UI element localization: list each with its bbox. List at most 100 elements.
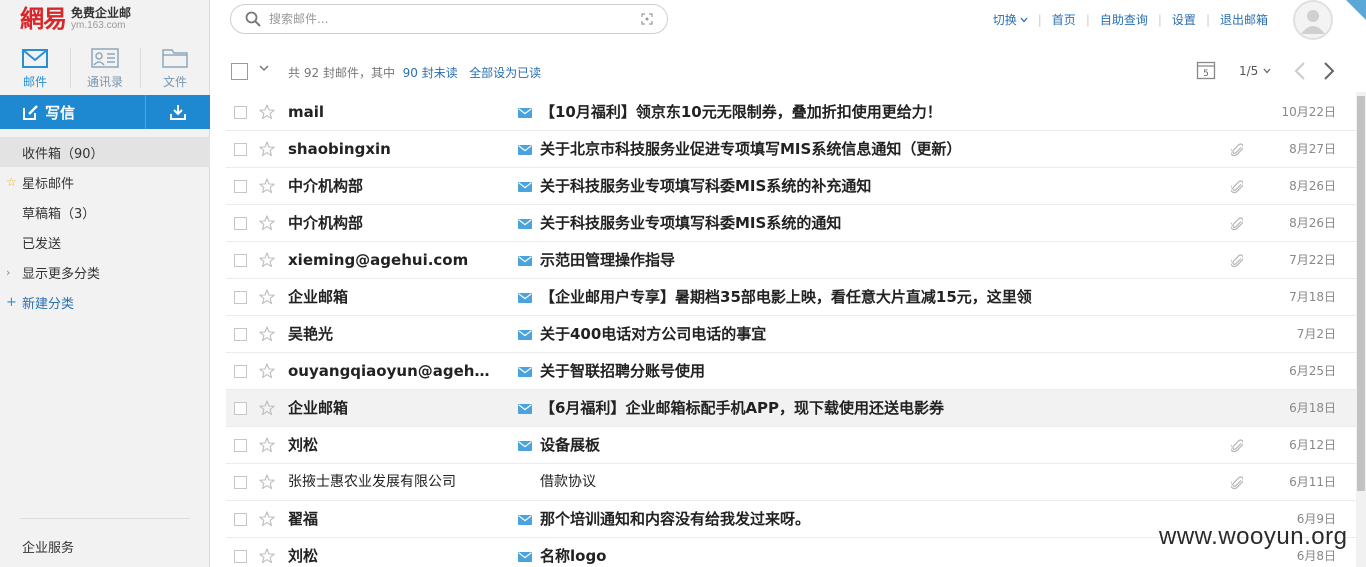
email-sender: xieming@agehui.com xyxy=(288,251,469,269)
list-toolbar: 共 92 封邮件，其中 90 封未读 全部设为已读 5 1/5 xyxy=(210,52,1356,92)
email-row[interactable]: 中介机构部 关于科技服务业专项填写科委MIS系统的通知 8月26日 xyxy=(226,205,1356,242)
star-icon[interactable] xyxy=(259,104,275,120)
email-row[interactable]: 中介机构部 关于科技服务业专项填写科委MIS系统的补充通知 8月26日 xyxy=(226,168,1356,205)
star-icon[interactable] xyxy=(259,437,275,453)
compose-label: 写信 xyxy=(45,103,76,122)
compose-button[interactable]: 写信 xyxy=(0,95,145,129)
email-row[interactable]: shaobingxin 关于北京市科技服务业促进专项填写MIS系统信息通知（更新）… xyxy=(226,131,1356,168)
email-row[interactable]: ouyangqiaoyun@agehui.com 关于智联招聘分账号使用 6月25日 xyxy=(226,353,1356,390)
row-checkbox[interactable] xyxy=(234,180,247,193)
settings-link[interactable]: 设置 xyxy=(1172,11,1196,28)
star-icon[interactable] xyxy=(259,474,275,490)
row-checkbox[interactable] xyxy=(234,402,247,415)
row-checkbox[interactable] xyxy=(234,328,247,341)
plus-icon: + xyxy=(6,294,17,310)
self-service-link[interactable]: 自助查询 xyxy=(1100,11,1148,28)
switch-link[interactable]: 切换 xyxy=(993,11,1028,28)
row-checkbox[interactable] xyxy=(234,550,247,563)
email-date: 8月26日 xyxy=(1289,216,1336,230)
logo-title: 免费企业邮 xyxy=(71,5,132,20)
unread-filter-link[interactable]: 90 封未读 xyxy=(403,66,458,80)
folder-sent[interactable]: 已发送 xyxy=(0,227,210,257)
email-date: 6月12日 xyxy=(1289,438,1336,452)
logo[interactable]: 網易 免费企业邮 ym.163.com xyxy=(20,3,131,35)
email-subject: 示范田管理操作指导 xyxy=(540,251,676,269)
star-icon[interactable] xyxy=(259,141,275,157)
row-checkbox[interactable] xyxy=(234,291,247,304)
email-row[interactable]: 刘松 设备展板 6月12日 xyxy=(226,427,1356,464)
star-icon[interactable] xyxy=(259,289,275,305)
chevron-right-icon: › xyxy=(6,265,11,279)
tab-mail[interactable]: 邮件 xyxy=(0,42,70,94)
email-sender: 中介机构部 xyxy=(288,214,364,232)
folder-new-category-label: 新建分类 xyxy=(22,296,75,312)
row-checkbox[interactable] xyxy=(234,254,247,267)
search-input[interactable] xyxy=(269,12,641,26)
svg-text:5: 5 xyxy=(1203,69,1209,79)
logout-link[interactable]: 退出邮箱 xyxy=(1220,11,1268,28)
page-selector[interactable]: 1/5 xyxy=(1239,64,1271,78)
star-icon[interactable] xyxy=(259,178,275,194)
folder-inbox[interactable]: 收件箱（90） xyxy=(0,137,210,167)
home-link[interactable]: 首页 xyxy=(1052,11,1076,28)
select-dropdown-icon[interactable] xyxy=(259,65,269,72)
row-checkbox[interactable] xyxy=(234,365,247,378)
email-subject: 关于400电话对方公司电话的事宜 xyxy=(540,325,767,343)
row-checkbox[interactable] xyxy=(234,513,247,526)
email-row[interactable]: 企业邮箱 【6月福利】企业邮箱标配手机APP，现下载使用还送电影券 6月18日 xyxy=(226,390,1356,427)
tab-files-label: 文件 xyxy=(162,75,187,89)
email-sender: 中介机构部 xyxy=(288,177,364,195)
next-page-icon[interactable] xyxy=(1322,61,1336,81)
star-icon[interactable] xyxy=(259,215,275,231)
email-sender: ouyangqiaoyun@agehui.com xyxy=(288,362,493,380)
calendar-icon[interactable]: 5 xyxy=(1196,60,1216,80)
email-subject: 关于智联招聘分账号使用 xyxy=(540,362,706,380)
compose-bar: 写信 xyxy=(0,95,210,129)
star-icon[interactable] xyxy=(259,252,275,268)
star-icon[interactable] xyxy=(259,400,275,416)
star-icon[interactable] xyxy=(259,511,275,527)
email-row[interactable]: 张掖士惠农业发展有限公司 借款协议 6月11日 xyxy=(226,464,1356,501)
sidebar: 網易 免费企业邮 ym.163.com 邮件 通讯录 文件 写信 收件箱（90）… xyxy=(0,0,210,567)
email-subject: 【企业邮用户专享】暑期档35部电影上映，看任意大片直减15元，这里领 xyxy=(540,288,1032,306)
row-checkbox[interactable] xyxy=(234,476,247,489)
star-icon[interactable] xyxy=(259,363,275,379)
mail-icon xyxy=(20,46,50,70)
tab-mail-label: 邮件 xyxy=(22,75,47,89)
folder-starred[interactable]: ☆ 星标邮件 xyxy=(0,167,210,197)
email-date: 7月2日 xyxy=(1296,327,1336,341)
star-icon[interactable] xyxy=(259,326,275,342)
mail-count-summary: 共 92 封邮件，其中 90 封未读 全部设为已读 xyxy=(288,64,541,81)
row-checkbox[interactable] xyxy=(234,439,247,452)
folder-drafts-label: 草稿箱（3） xyxy=(22,206,96,222)
mark-all-read-link[interactable]: 全部设为已读 xyxy=(469,66,541,80)
contacts-icon xyxy=(90,46,120,70)
tab-contacts[interactable]: 通讯录 xyxy=(70,42,140,94)
row-checkbox[interactable] xyxy=(234,217,247,230)
email-row[interactable]: xieming@agehui.com 示范田管理操作指导 7月22日 xyxy=(226,242,1356,279)
email-row[interactable]: mail 【10月福利】领京东10元无限制券，叠加折扣使用更给力！ 10月22日 xyxy=(226,94,1356,131)
advanced-search-icon[interactable] xyxy=(641,13,653,25)
email-subject: 关于科技服务业专项填写科委MIS系统的通知 xyxy=(540,214,842,232)
avatar[interactable] xyxy=(1293,0,1333,40)
folder-drafts[interactable]: 草稿箱（3） xyxy=(0,197,210,227)
folder-show-more[interactable]: › 显示更多分类 xyxy=(0,257,210,287)
tab-files[interactable]: 文件 xyxy=(140,42,210,94)
count-mid: 封邮件，其中 xyxy=(322,66,395,80)
receive-button[interactable] xyxy=(145,95,210,129)
unread-mail-icon xyxy=(518,219,532,229)
attachment-icon xyxy=(1231,141,1243,157)
folder-icon xyxy=(160,46,190,70)
enterprise-services-link[interactable]: 企业服务 xyxy=(22,537,74,556)
email-row[interactable]: 企业邮箱 【企业邮用户专享】暑期档35部电影上映，看任意大片直减15元，这里领 7月… xyxy=(226,279,1356,316)
star-icon[interactable] xyxy=(259,548,275,564)
unread-mail-icon xyxy=(518,108,532,118)
prev-page-icon[interactable] xyxy=(1293,61,1307,81)
select-all-checkbox[interactable] xyxy=(231,63,248,80)
folder-new-category[interactable]: + 新建分类 xyxy=(0,287,210,317)
row-checkbox[interactable] xyxy=(234,143,247,156)
row-checkbox[interactable] xyxy=(234,106,247,119)
search-icon[interactable] xyxy=(245,11,261,27)
scrollbar-thumb[interactable] xyxy=(1357,96,1365,491)
email-row[interactable]: 吴艳光 关于400电话对方公司电话的事宜 7月2日 xyxy=(226,316,1356,353)
